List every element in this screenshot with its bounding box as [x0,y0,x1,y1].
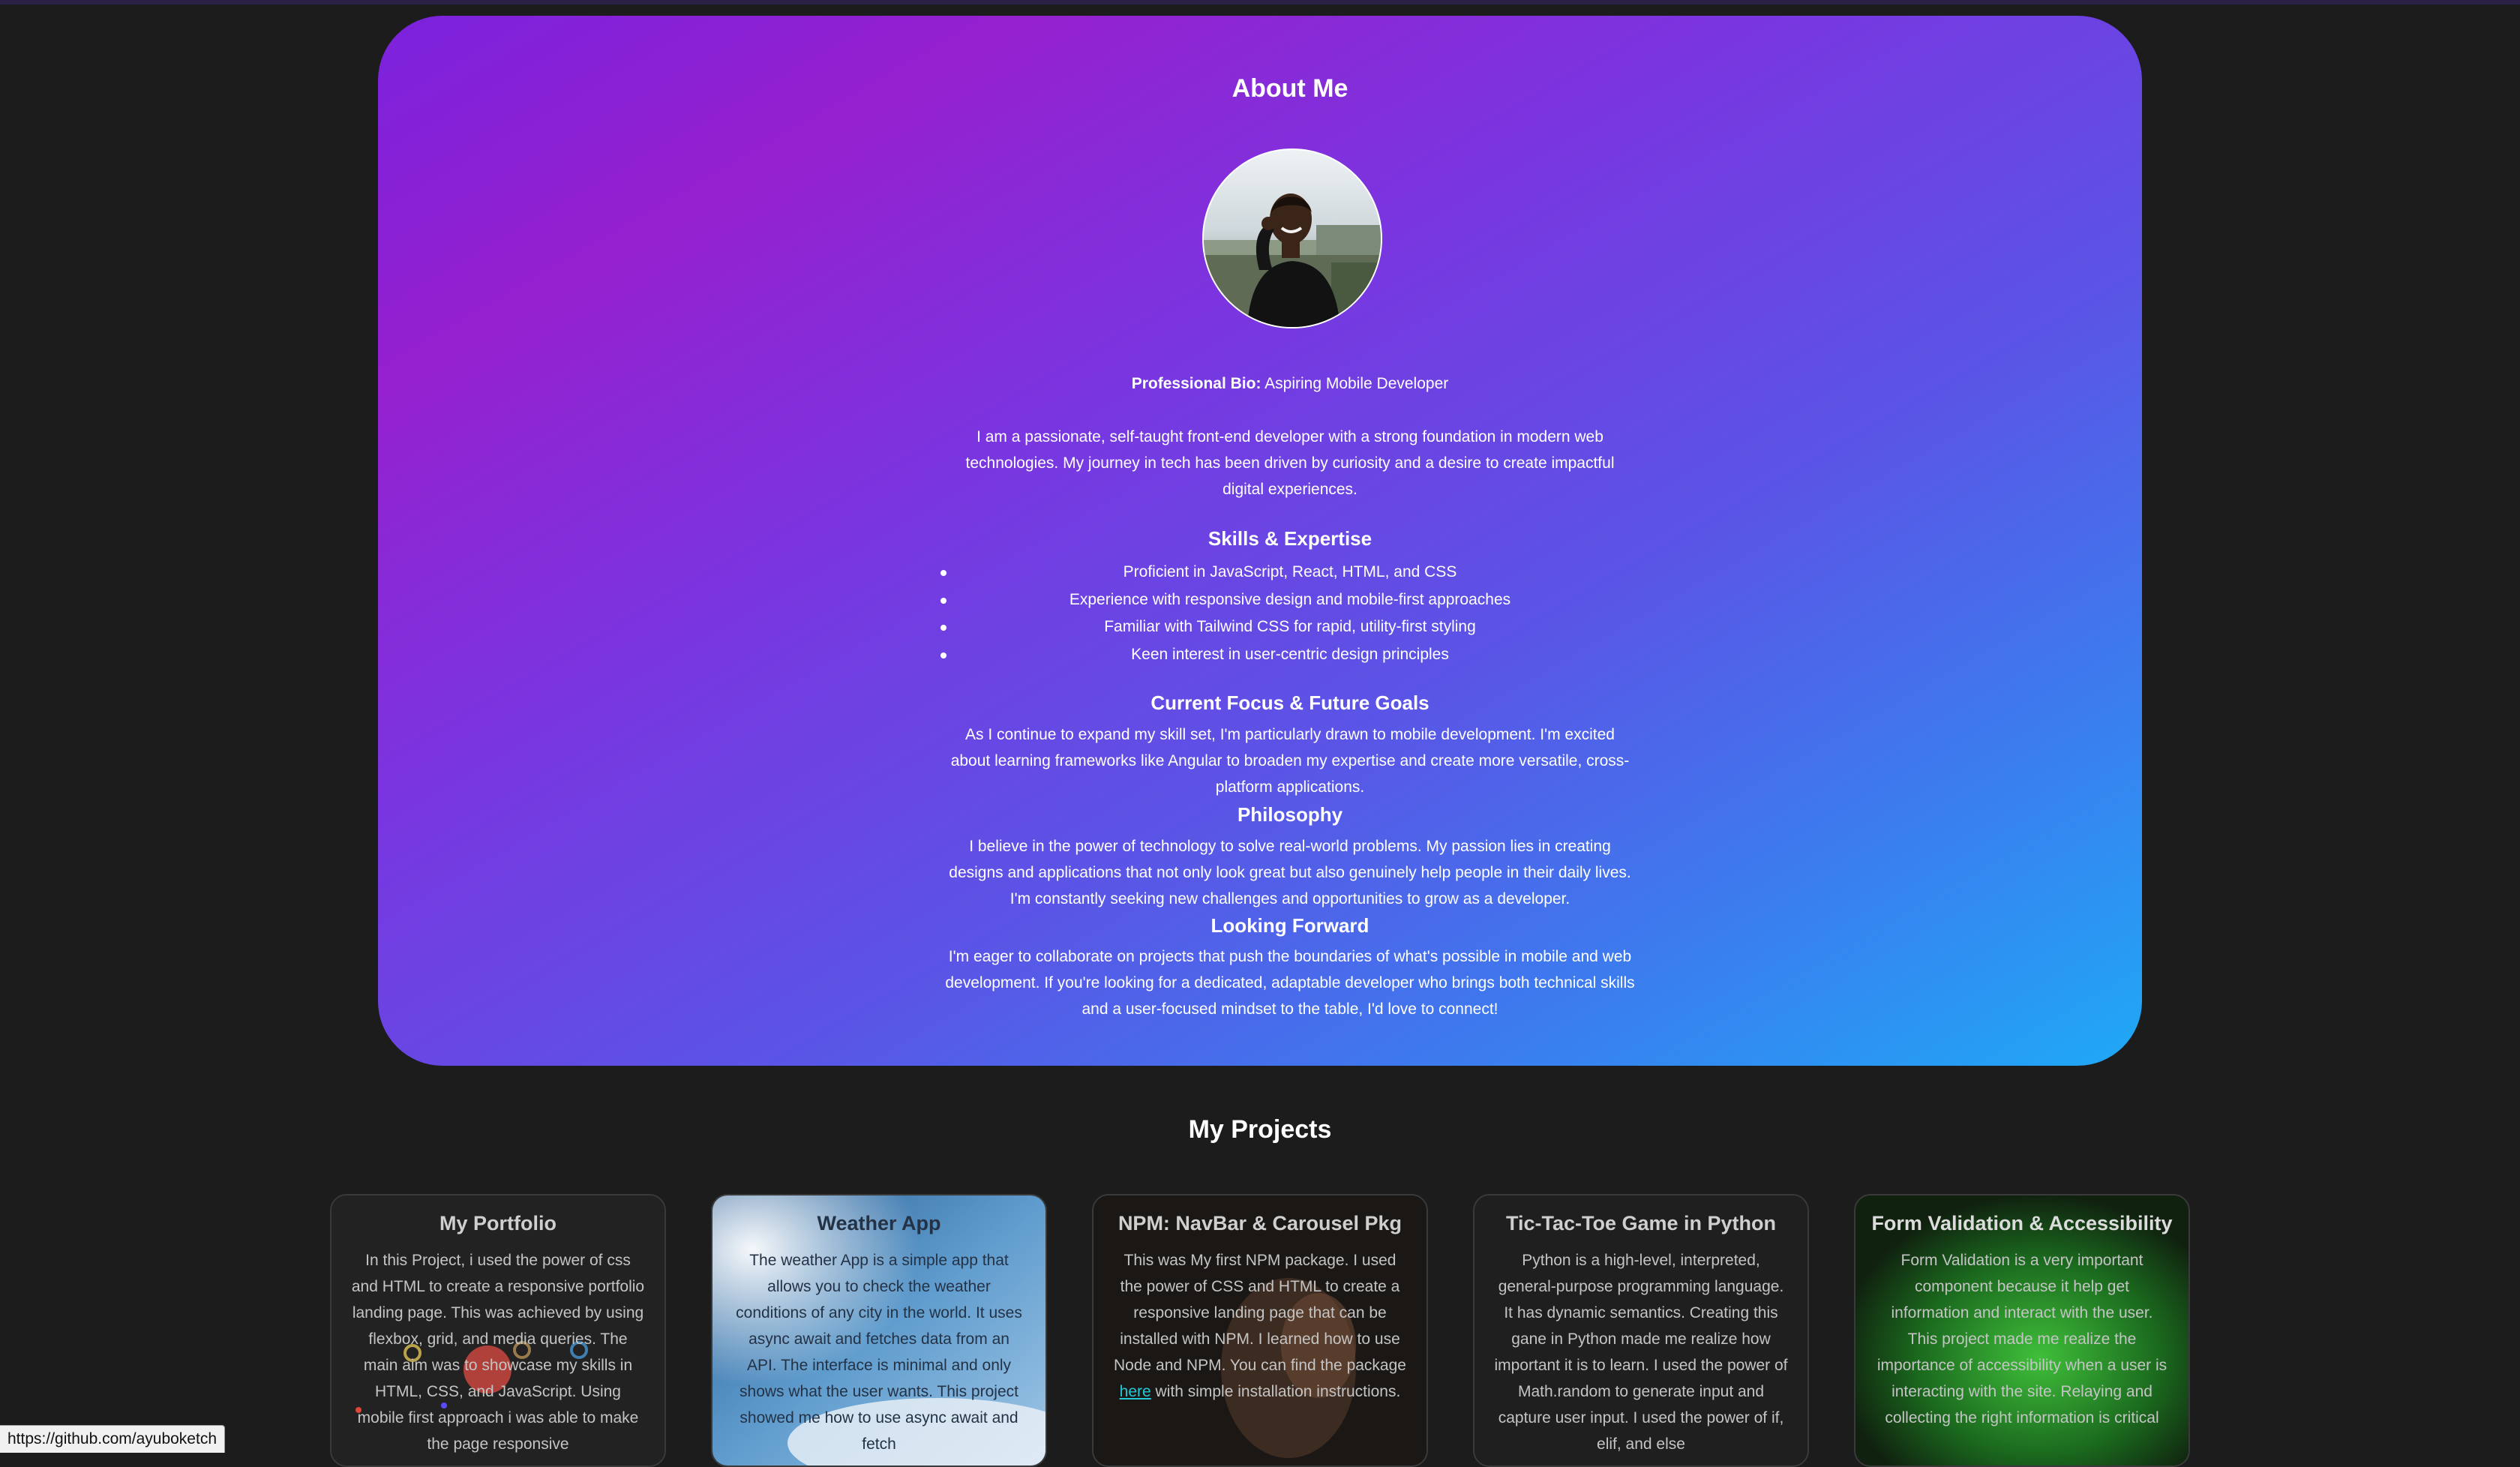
looking-forward-heading: Looking Forward [1210,914,1370,937]
about-section: About Me Professional Bio: Aspiring Mobi… [378,16,2142,1066]
philosophy-paragraph: I believe in the power of technology to … [949,838,1631,908]
card-description: Python is a high-level, interpreted, gen… [1494,1252,1788,1453]
project-card-weather-app[interactable]: Weather App The weather App is a simple … [711,1194,1047,1467]
looking-forward-paragraph: I'm eager to collaborate on projects tha… [945,948,1635,1018]
project-card-portfolio[interactable]: My Portfolio In this Project, i used the… [330,1194,666,1467]
avatar [1202,148,1382,328]
focus-heading: Current Focus & Future Goals [1150,692,1430,714]
bio-label: Professional Bio: [1131,375,1262,392]
npm-package-link[interactable]: here [1120,1383,1151,1400]
card-title: NPM: NavBar & Carousel Pkg [1118,1212,1402,1234]
project-card-tic-tac-toe[interactable]: Tic-Tac-Toe Game in Python Python is a h… [1473,1194,1809,1467]
card-title: Weather App [817,1212,941,1234]
card-description: Form Validation is a very important comp… [1876,1252,2168,1426]
skills-heading: Skills & Expertise [1208,527,1372,550]
intro-paragraph: I am a passionate, self-taught front-end… [965,428,1615,498]
skill-item: Keen interest in user-centric design pri… [940,641,1635,669]
card-description: The weather App is a simple app that all… [736,1252,1022,1453]
about-title: About Me [1232,74,1348,103]
skills-list: Proficient in JavaScript, React, HTML, a… [940,559,1635,669]
professional-bio: Professional Bio: Aspiring Mobile Develo… [945,375,1635,393]
philosophy-heading: Philosophy [1237,803,1343,826]
project-card-npm-package[interactable]: NPM: NavBar & Carousel Pkg This was My f… [1092,1194,1428,1467]
project-card-form-validation[interactable]: Form Validation & Accessibility Form Val… [1854,1194,2190,1467]
card-title: Form Validation & Accessibility [1871,1212,2173,1234]
skill-item: Experience with responsive design and mo… [940,586,1635,614]
skill-item: Familiar with Tailwind CSS for rapid, ut… [940,614,1635,641]
bio-value: Aspiring Mobile Developer [1261,375,1449,392]
card-description: In this Project, i used the power of css… [351,1252,645,1453]
link-hover-status: https://github.com/ayuboketch [0,1425,225,1453]
skill-item: Proficient in JavaScript, React, HTML, a… [940,559,1635,586]
profile-photo [1204,150,1381,327]
card-title: My Portfolio [440,1212,556,1234]
browser-top-strip [0,0,2520,4]
focus-paragraph: As I continue to expand my skill set, I'… [950,726,1630,796]
card-title: Tic-Tac-Toe Game in Python [1505,1212,1777,1234]
card-description: This was My first NPM package. I used th… [1114,1252,1406,1400]
projects-title: My Projects [1188,1115,1332,1144]
